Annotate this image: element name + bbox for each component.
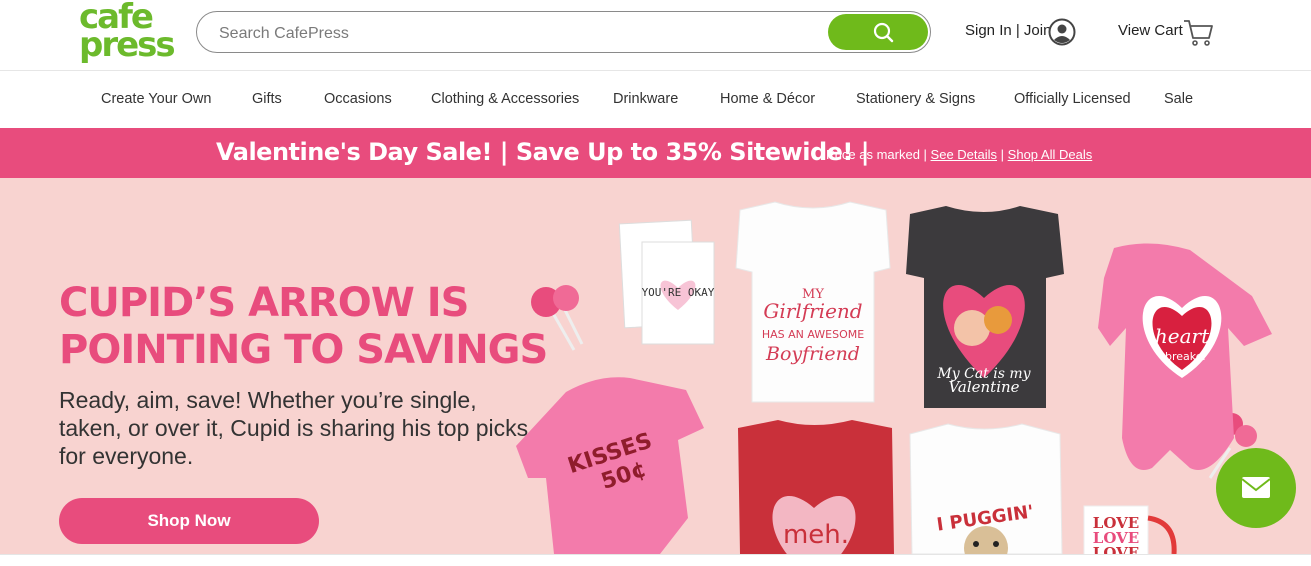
main-nav: Create Your Own Gifts Occasions Clothing… xyxy=(0,71,1311,128)
tee1-text-4: Boyfriend xyxy=(765,343,860,365)
tee-meh: meh. xyxy=(738,420,894,554)
onesie1-text-1: heart xyxy=(1155,324,1210,348)
tee3-text: meh. xyxy=(783,520,849,550)
nav-item-drinkware[interactable]: Drinkware xyxy=(613,91,678,107)
nav-item-officially-licensed[interactable]: Officially Licensed xyxy=(1014,91,1131,107)
user-icon[interactable] xyxy=(1048,18,1076,46)
nav-item-occasions[interactable]: Occasions xyxy=(324,91,392,107)
search-button[interactable] xyxy=(828,14,928,50)
valentine-card: YOU'RE OKAY xyxy=(618,219,715,345)
promo-banner: Valentine's Day Sale! | Save Up to 35% S… xyxy=(0,128,1311,178)
chat-button[interactable] xyxy=(1216,448,1296,528)
promo-headline: Valentine's Day Sale! | Save Up to 35% S… xyxy=(216,138,869,166)
cafepress-logo[interactable]: cafe press xyxy=(79,0,176,65)
bottom-divider xyxy=(0,554,1311,566)
view-cart-link[interactable]: View Cart xyxy=(1118,22,1183,39)
nav-item-create-your-own[interactable]: Create Your Own xyxy=(101,91,211,107)
card-text: YOU'RE OKAY xyxy=(642,286,715,299)
tee1-text-3: HAS AN AWESOME xyxy=(762,328,864,341)
onesie1-text-2: breaker xyxy=(1165,350,1208,363)
mug-text-3: LOVE xyxy=(1093,544,1139,554)
search-icon xyxy=(873,22,894,43)
cart-icon[interactable] xyxy=(1182,17,1214,47)
love-mug: LOVE LOVE LOVE xyxy=(1083,505,1177,554)
promo-separator: | xyxy=(1000,147,1005,162)
hero-headline: CUPID’S ARROW IS POINTING TO SAVINGS xyxy=(59,280,548,374)
nav-item-home-decor[interactable]: Home & Décor xyxy=(720,91,815,107)
nav-item-clothing-accessories[interactable]: Clothing & Accessories xyxy=(431,91,579,107)
tee1-text-2: Girlfriend xyxy=(763,299,862,323)
onesie-kisses: KISSES 50¢ xyxy=(516,377,704,554)
tee-puggin: I PUGGIN' xyxy=(909,423,1063,554)
shop-now-button[interactable]: Shop Now xyxy=(59,498,319,544)
tee-cat-valentine: My Cat is my Valentine xyxy=(906,206,1064,408)
search-bar xyxy=(196,11,931,53)
hero-headline-line-1: CUPID’S ARROW IS xyxy=(59,280,469,326)
tee-girlfriend-boyfriend: MY Girlfriend HAS AN AWESOME Boyfriend xyxy=(735,201,891,403)
site-header: cafe press Sign In | Join View Cart xyxy=(0,0,1311,71)
envelope-icon xyxy=(1241,477,1271,498)
search-input[interactable] xyxy=(217,22,811,46)
promo-links: Price as marked | See Details | Shop All… xyxy=(826,147,1092,162)
logo-line-2: press xyxy=(79,25,176,65)
product-collage[interactable]: YOU'RE OKAY MY Girlfriend HAS AN AWESOME… xyxy=(510,178,1311,554)
sign-in-join-link[interactable]: Sign In | Join xyxy=(965,22,1051,39)
nav-item-sale[interactable]: Sale xyxy=(1164,91,1193,107)
see-details-link[interactable]: See Details xyxy=(931,147,997,162)
nav-item-stationery-signs[interactable]: Stationery & Signs xyxy=(856,91,975,107)
hero-banner: CUPID’S ARROW IS POINTING TO SAVINGS Rea… xyxy=(0,178,1311,554)
shop-all-deals-link[interactable]: Shop All Deals xyxy=(1008,147,1093,162)
price-note: Price as marked | xyxy=(826,147,927,162)
hero-body-text: Ready, aim, save! Whether you’re single,… xyxy=(59,387,529,469)
hero-headline-line-2: POINTING TO SAVINGS xyxy=(59,327,548,373)
nav-item-gifts[interactable]: Gifts xyxy=(252,91,282,107)
tee2-text-2: Valentine xyxy=(948,378,1019,396)
